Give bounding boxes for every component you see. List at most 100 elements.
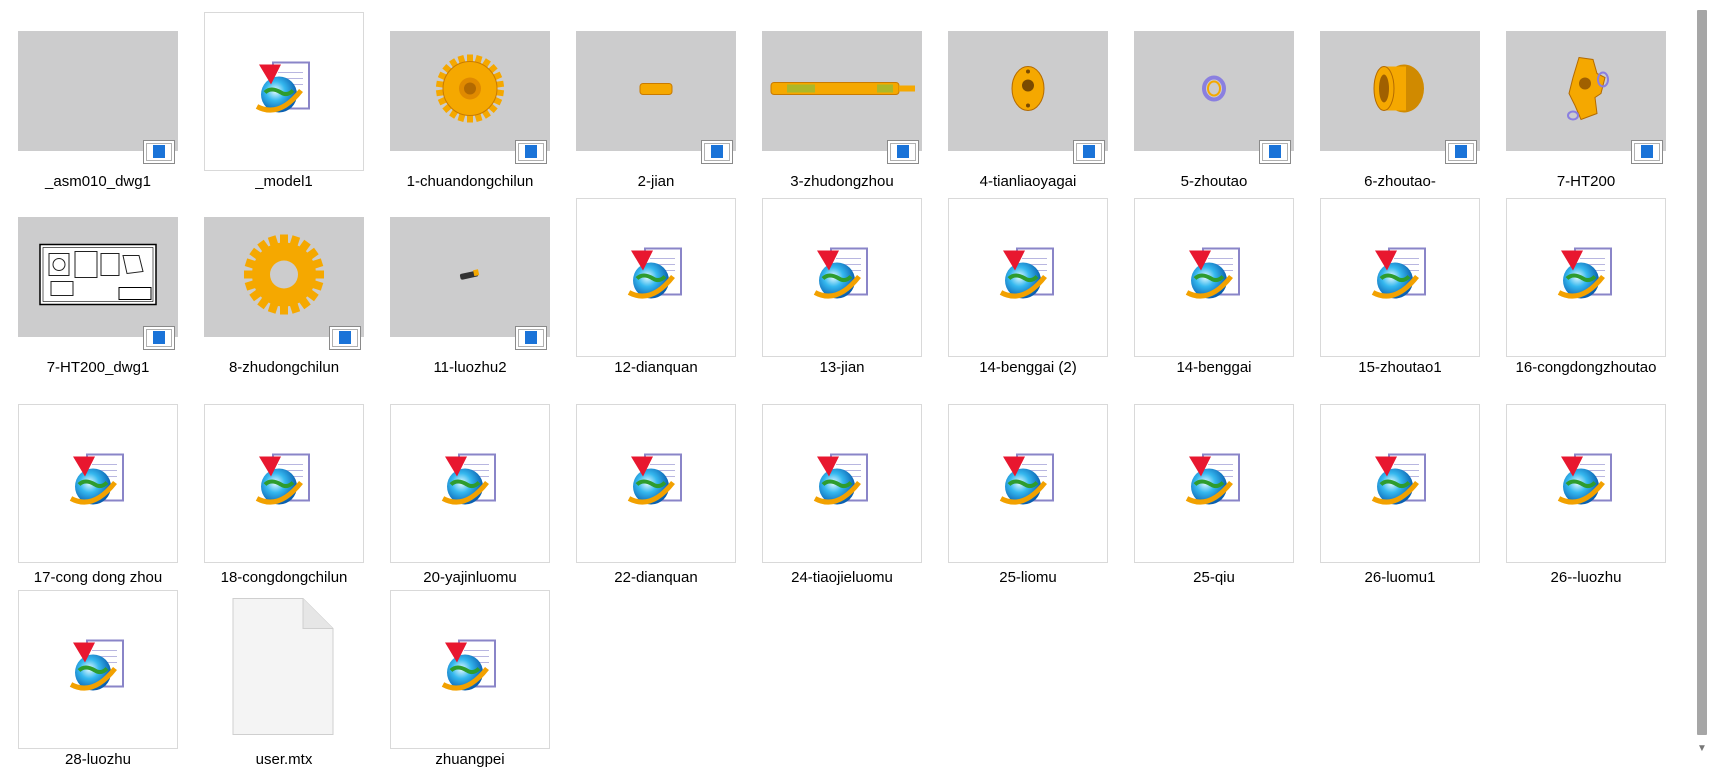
cad-preview-thumbnail[interactable] bbox=[390, 217, 550, 350]
cad-preview-thumbnail[interactable] bbox=[948, 31, 1108, 164]
key-preview-icon bbox=[638, 80, 674, 103]
file-name-label: user.mtx bbox=[255, 751, 313, 768]
scroll-down-arrow-icon[interactable]: ▼ bbox=[1696, 744, 1708, 754]
file-name-label: 2-jian bbox=[637, 173, 675, 190]
app-badge-icon bbox=[1445, 140, 1477, 164]
file-name-label: 20-yajinluomu bbox=[423, 569, 517, 586]
bushing-preview-icon bbox=[1370, 59, 1430, 124]
file-thumbnail[interactable] bbox=[948, 198, 1108, 357]
file-name-label: 4-tianliaoyagai bbox=[979, 173, 1077, 190]
cad-preview-thumbnail[interactable] bbox=[18, 217, 178, 350]
file-name-label: 1-chuandongchilun bbox=[406, 173, 534, 190]
file-thumbnail[interactable] bbox=[18, 404, 178, 563]
file-thumbnail[interactable] bbox=[1320, 198, 1480, 357]
housing-preview-icon bbox=[1561, 54, 1611, 129]
ie-document-icon bbox=[809, 242, 875, 313]
cad-preview-thumbnail[interactable] bbox=[390, 31, 550, 164]
ie-document-icon bbox=[251, 448, 317, 519]
generic-file-icon bbox=[231, 596, 335, 741]
gear-big-preview-icon bbox=[241, 232, 327, 323]
file-thumbnail[interactable] bbox=[762, 404, 922, 563]
app-badge-icon bbox=[515, 326, 547, 350]
cad-preview-thumbnail[interactable] bbox=[1506, 31, 1666, 164]
file-thumbnail[interactable] bbox=[762, 198, 922, 357]
app-badge-icon bbox=[515, 140, 547, 164]
file-thumbnail[interactable] bbox=[390, 404, 550, 563]
file-thumbnail[interactable] bbox=[1506, 198, 1666, 357]
cad-preview-thumbnail[interactable] bbox=[18, 31, 178, 164]
gear-preview-icon bbox=[430, 49, 510, 134]
file-name-label: 25-liomu bbox=[999, 569, 1057, 586]
file-grid: _asm010_dwg1 _model1 1-chuandongchilun 2-j… bbox=[0, 0, 1690, 768]
scrollbar-thumb[interactable] bbox=[1697, 10, 1707, 735]
cad-preview-thumbnail[interactable] bbox=[1134, 31, 1294, 164]
cad-preview-thumbnail[interactable] bbox=[762, 31, 922, 164]
file-name-label: _asm010_dwg1 bbox=[45, 173, 151, 190]
cad-preview-thumbnail[interactable] bbox=[204, 217, 364, 350]
file-thumbnail[interactable] bbox=[948, 404, 1108, 563]
ie-document-icon bbox=[65, 634, 131, 705]
ie-document-icon bbox=[809, 448, 875, 519]
ie-document-icon bbox=[437, 448, 503, 519]
file-thumbnail[interactable] bbox=[204, 590, 362, 747]
file-thumbnail[interactable] bbox=[576, 198, 736, 357]
cad-preview-thumbnail[interactable] bbox=[1320, 31, 1480, 164]
file-name-label: 8-zhudongchilun bbox=[228, 359, 340, 376]
file-name-label: 5-zhoutao bbox=[1180, 173, 1248, 190]
file-name-label: 7-HT200 bbox=[1556, 173, 1616, 190]
ie-document-icon bbox=[1553, 242, 1619, 313]
file-thumbnail[interactable] bbox=[1134, 198, 1294, 357]
file-thumbnail[interactable] bbox=[390, 590, 550, 749]
file-name-label: 17-cong dong zhou bbox=[33, 569, 163, 586]
app-badge-icon bbox=[1631, 140, 1663, 164]
file-name-label: 25-qiu bbox=[1193, 569, 1235, 586]
file-thumbnail[interactable] bbox=[1320, 404, 1480, 563]
file-thumbnail[interactable] bbox=[204, 404, 364, 563]
ie-document-icon bbox=[1367, 448, 1433, 519]
file-thumbnail[interactable] bbox=[576, 404, 736, 563]
file-thumbnail[interactable] bbox=[1134, 404, 1294, 563]
ie-document-icon bbox=[623, 242, 689, 313]
pin-preview-icon bbox=[458, 268, 482, 286]
file-name-label: 14-benggai bbox=[1176, 359, 1252, 376]
ie-document-icon bbox=[995, 448, 1061, 519]
file-name-label: 12-dianquan bbox=[614, 359, 698, 376]
file-name-label: 26--luozhu bbox=[1550, 569, 1622, 586]
file-name-label: 11-luozhu2 bbox=[433, 359, 507, 376]
app-badge-icon bbox=[143, 140, 175, 164]
file-thumbnail[interactable] bbox=[1506, 404, 1666, 563]
ie-document-icon bbox=[1367, 242, 1433, 313]
flange-preview-icon bbox=[1008, 64, 1048, 119]
app-badge-icon bbox=[701, 140, 733, 164]
file-name-label: _model1 bbox=[255, 173, 313, 190]
ie-document-icon bbox=[1553, 448, 1619, 519]
shaft-preview-icon bbox=[767, 76, 917, 107]
file-name-label: 7-HT200_dwg1 bbox=[46, 359, 150, 376]
file-name-label: 16-congdongzhoutao bbox=[1515, 359, 1657, 376]
ie-document-icon bbox=[623, 448, 689, 519]
app-badge-icon bbox=[1073, 140, 1105, 164]
ring-preview-icon bbox=[1200, 75, 1228, 108]
file-name-label: 14-benggai (2) bbox=[979, 359, 1077, 376]
app-badge-icon bbox=[143, 326, 175, 350]
file-name-label: 3-zhudongzhou bbox=[790, 173, 894, 190]
vertical-scrollbar[interactable]: ▼ bbox=[1691, 0, 1713, 767]
file-name-label: 28-luozhu bbox=[65, 751, 131, 768]
ie-document-icon bbox=[995, 242, 1061, 313]
ie-document-icon bbox=[251, 56, 317, 127]
app-badge-icon bbox=[329, 326, 361, 350]
file-thumbnail[interactable] bbox=[204, 12, 364, 171]
file-thumbnail[interactable] bbox=[18, 590, 178, 749]
file-name-label: 26-luomu1 bbox=[1364, 569, 1436, 586]
drawing-preview-icon bbox=[39, 243, 157, 311]
file-name-label: 13-jian bbox=[819, 359, 865, 376]
file-name-label: 24-tiaojieluomu bbox=[791, 569, 893, 586]
cad-preview-thumbnail[interactable] bbox=[576, 31, 736, 164]
file-name-label: 6-zhoutao- bbox=[1364, 173, 1436, 190]
file-name-label: 18-congdongchilun bbox=[220, 569, 348, 586]
app-badge-icon bbox=[1259, 140, 1291, 164]
ie-document-icon bbox=[65, 448, 131, 519]
file-name-label: zhuangpei bbox=[435, 751, 505, 768]
ie-document-icon bbox=[1181, 242, 1247, 313]
file-name-label: 15-zhoutao1 bbox=[1358, 359, 1442, 376]
